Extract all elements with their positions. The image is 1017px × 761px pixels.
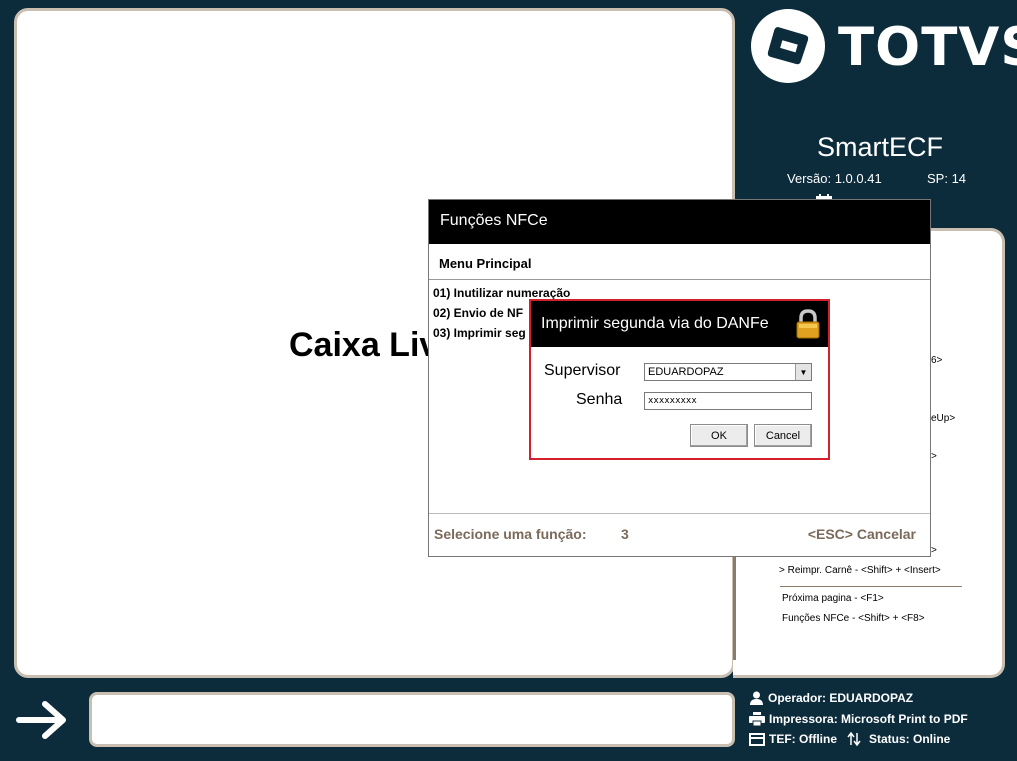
supervisor-select-value: EDUARDOPAZ [648,366,724,378]
shortcuts-separator [780,586,962,587]
nfce-footer-divider [429,513,930,514]
shortcut-fragment: > [931,451,937,462]
nfce-option-02[interactable]: 02) Envio de NF [433,306,523,320]
nfce-cancel-hint[interactable]: <ESC> Cancelar [808,526,916,542]
command-input[interactable] [89,692,735,747]
lock-icon [796,309,820,339]
operator-status: Operador: EDUARDOPAZ [749,691,913,705]
printer-icon [749,712,765,726]
cancel-button[interactable]: Cancel [754,424,812,447]
shortcut-fragment: 6> [931,355,943,366]
password-label: Senha [576,391,623,408]
connection-status: Status: Online [847,732,950,746]
totvs-logo-icon [751,9,825,83]
totvs-logo-text: TOTVS [838,17,1017,78]
status-text: Status: Online [869,732,951,746]
supervisor-label: Supervisor [544,362,621,379]
version-text: Versão: 1.0.0.41 [787,171,882,186]
caixa-status-text: Caixa Liv [289,326,439,364]
operator-text: Operador: EDUARDOPAZ [768,691,914,705]
app-name: SmartECF [817,132,944,162]
nfce-select-value[interactable]: 3 [621,526,629,542]
supervisor-dialog: Imprimir segunda via do DANFe Supervisor… [529,299,830,460]
password-field[interactable] [644,392,812,410]
nfce-window-title: Funções NFCe [429,200,930,244]
nfce-option-03[interactable]: 03) Imprimir seg [433,326,526,340]
shortcut-fragment: > [931,545,937,556]
arrow-right-icon [16,701,66,739]
shortcut-proxima-pagina[interactable]: Próxima pagina - <F1> [782,593,884,604]
shortcut-funcoes-nfce[interactable]: Funções NFCe - <Shift> + <F8> [782,613,925,624]
supervisor-dialog-title: Imprimir segunda via do DANFe [531,301,828,347]
user-icon [750,691,763,705]
nfce-menu-header: Menu Principal [429,244,930,280]
ok-button[interactable]: OK [690,424,748,447]
nfce-select-label: Selecione uma função: [434,526,587,542]
chevron-down-icon[interactable]: ▼ [795,364,811,380]
printer-status: Impressora: Microsoft Print to PDF [749,712,968,726]
supervisor-select[interactable]: EDUARDOPAZ ▼ [644,363,812,381]
shortcut-fragment: eUp> [931,413,956,424]
sp-text: SP: 14 [927,171,967,186]
tef-status: TEF: Offline [749,732,837,746]
printer-text: Impressora: Microsoft Print to PDF [769,712,968,726]
tef-text: TEF: Offline [769,732,837,746]
card-icon [749,732,765,746]
nfce-option-01[interactable]: 01) Inutilizar numeração [433,286,570,300]
shortcut-reimpr-carne[interactable]: > Reimpr. Carnê - <Shift> + <Insert> [779,565,941,576]
sync-arrows-icon [847,732,861,746]
